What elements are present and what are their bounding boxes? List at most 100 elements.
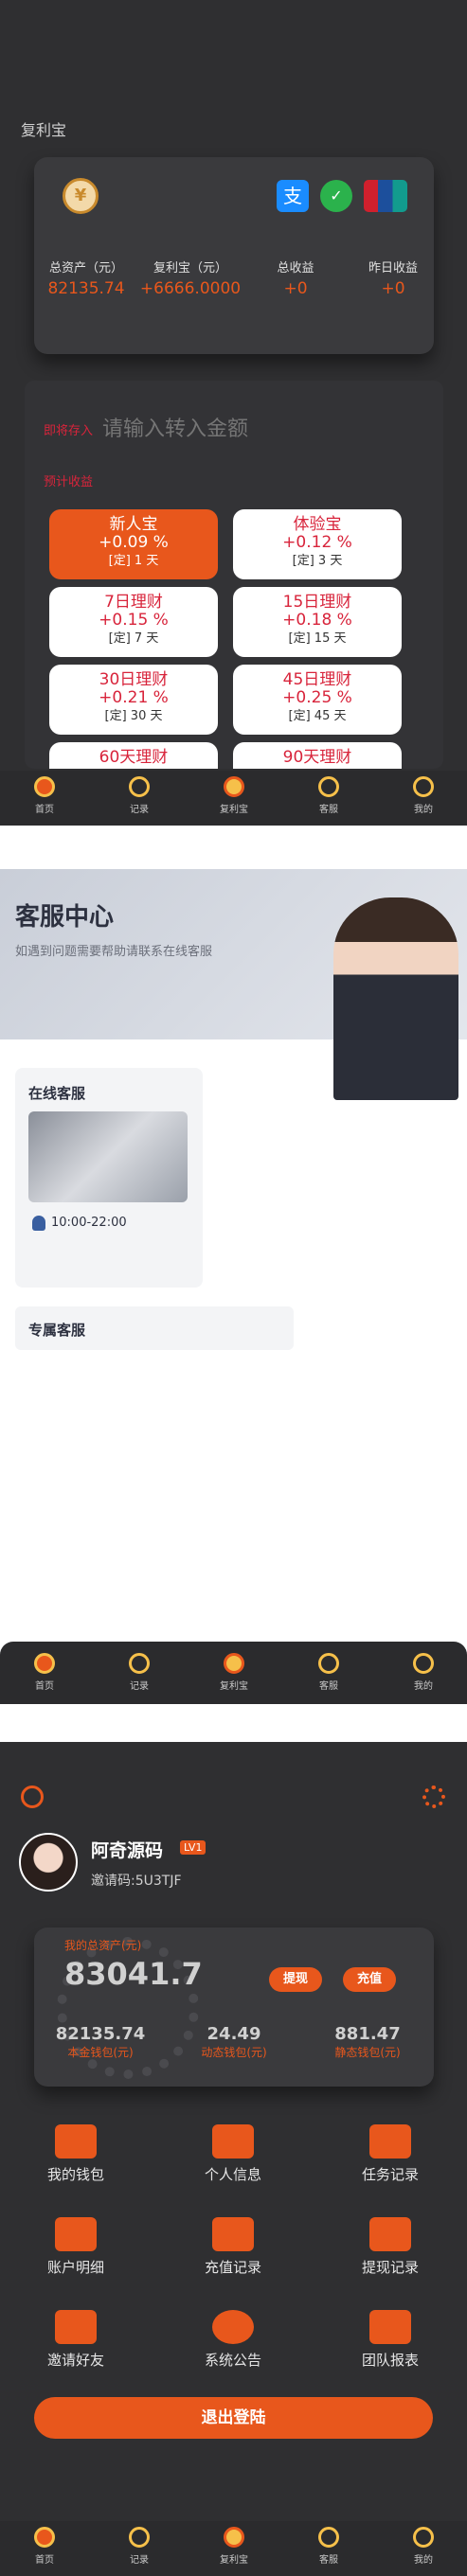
menu-task-record[interactable]: 任务记录 — [343, 2124, 438, 2184]
nav-home[interactable]: 首页 — [11, 2527, 78, 2566]
deposit-label: 即将存入 — [44, 424, 94, 438]
profile-icon — [413, 2527, 434, 2548]
asset-summary-card: 我的总资产(元) 83041.7 提现 充值 82135.74 本金钱包(元) … — [34, 1928, 434, 2087]
nav-service[interactable]: 客服 — [296, 776, 362, 815]
page-title: 复利宝 — [21, 121, 67, 139]
money-bag-icon: ¥ — [63, 178, 99, 214]
service-title: 客服中心 — [15, 903, 115, 932]
service-screen: 客服中心 如遇到问题需要帮助请联系在线客服 在线客服 10:00-22:00 专… — [0, 869, 467, 1657]
menu-my-wallet[interactable]: 我的钱包 — [28, 2124, 123, 2184]
product-card[interactable]: 7日理财 +0.15 % [定] 7 天 — [49, 587, 218, 657]
agent-image — [333, 897, 458, 1100]
nav-home[interactable]: 首页 — [11, 776, 78, 815]
bottom-nav: 首页 记录 复利宝 客服 我的 — [0, 2521, 467, 2576]
chat-icon — [212, 2310, 254, 2344]
mail-icon[interactable] — [21, 1785, 44, 1808]
product-card[interactable]: 15日理财 +0.18 % [定] 15 天 — [233, 587, 402, 657]
asset-stats: 总资产（元） 82135.74 复利宝（元） +6666.0000 总收益 +0… — [34, 258, 434, 314]
unionpay-icon[interactable] — [364, 180, 407, 212]
home-icon — [34, 2527, 55, 2548]
nav-profile[interactable]: 我的 — [390, 1653, 457, 1692]
profile-icon — [413, 776, 434, 797]
gift-icon — [55, 2310, 97, 2344]
task-doc-icon — [369, 2124, 411, 2159]
menu-invite-friends[interactable]: 邀请好友 — [28, 2310, 123, 2370]
service-icon — [318, 1653, 339, 1674]
service-icon — [318, 776, 339, 797]
service-icon — [318, 2527, 339, 2548]
deposit-panel: 即将存入 预计收益 新人宝 +0.09 % [定] 1 天 体验宝 +0.12 … — [25, 381, 443, 769]
bottom-nav: 首页 记录 复利宝 客服 我的 — [0, 1642, 467, 1704]
alipay-icon[interactable]: 支 — [277, 180, 309, 212]
money-bag-icon — [224, 1653, 244, 1674]
nav-profile[interactable]: 我的 — [390, 776, 457, 815]
wallet-static: 881.47 静态钱包(元) — [334, 2024, 401, 2059]
bottom-nav: 首页 记录 复利宝 客服 我的 — [0, 771, 467, 826]
total-assets-label: 我的总资产(元) — [64, 1939, 142, 1952]
nav-record[interactable]: 记录 — [106, 1653, 172, 1692]
nav-profile[interactable]: 我的 — [390, 2527, 457, 2566]
product-card[interactable]: 45日理财 +0.25 % [定] 45 天 — [233, 665, 402, 735]
nav-fuli[interactable]: 复利宝 — [201, 1653, 267, 1692]
profile-icon — [413, 1653, 434, 1674]
logout-button[interactable]: 退出登陆 — [34, 2397, 433, 2439]
wallet-icon — [55, 2124, 97, 2159]
online-service-card[interactable]: 在线客服 10:00-22:00 — [15, 1068, 203, 1288]
profile-menu: 我的钱包 个人信息 任务记录 账户明细 充值记录 提现记录 邀请好友 系统公告 … — [0, 2124, 467, 2408]
menu-personal-info[interactable]: 个人信息 — [186, 2124, 280, 2184]
agent-avatar-icon — [32, 1216, 45, 1231]
product-card[interactable]: 体验宝 +0.12 % [定] 3 天 — [233, 509, 402, 579]
nav-fuli[interactable]: 复利宝 — [201, 776, 267, 815]
record-icon — [129, 776, 150, 797]
product-card[interactable]: 90天理财 — [233, 742, 402, 769]
recharge-button[interactable]: 充值 — [343, 1967, 396, 1992]
wallet-principal: 82135.74 本金钱包(元) — [55, 2024, 146, 2059]
withdraw-button[interactable]: 提现 — [269, 1967, 322, 1992]
avatar[interactable] — [19, 1833, 78, 1892]
record-icon — [129, 1653, 150, 1674]
nav-fuli[interactable]: 复利宝 — [201, 2527, 267, 2566]
menu-announcements[interactable]: 系统公告 — [186, 2310, 280, 2370]
menu-team-report[interactable]: 团队报表 — [343, 2310, 438, 2370]
nav-service[interactable]: 客服 — [296, 2527, 362, 2566]
nav-record[interactable]: 记录 — [106, 2527, 172, 2566]
stat-total-assets: 总资产（元） 82135.74 — [47, 261, 125, 298]
wechat-pay-icon[interactable]: ✓ — [320, 180, 352, 212]
menu-recharge-record[interactable]: 充值记录 — [186, 2217, 280, 2277]
home-icon — [34, 776, 55, 797]
account-detail-icon — [55, 2217, 97, 2251]
handshake-image — [28, 1111, 188, 1202]
card-icon — [212, 2217, 254, 2251]
wealth-screen: 复利宝 ¥ 支 ✓ 总资产（元） 82135.74 复利宝（元） +6666.0… — [0, 0, 467, 826]
product-grid: 新人宝 +0.09 % [定] 1 天 体验宝 +0.12 % [定] 3 天 … — [25, 507, 443, 769]
nav-service[interactable]: 客服 — [296, 1653, 362, 1692]
stat-fuli: 复利宝（元） +6666.0000 — [139, 261, 242, 298]
money-bag-icon — [224, 2527, 244, 2548]
home-icon — [34, 1653, 55, 1674]
gear-icon[interactable] — [422, 1785, 445, 1808]
menu-account-detail[interactable]: 账户明细 — [28, 2217, 123, 2277]
product-card[interactable]: 60天理财 — [49, 742, 218, 769]
menu-withdraw-record[interactable]: 提现记录 — [343, 2217, 438, 2277]
record-icon — [129, 2527, 150, 2548]
nav-record[interactable]: 记录 — [106, 776, 172, 815]
product-card[interactable]: 新人宝 +0.09 % [定] 1 天 — [49, 509, 218, 579]
stat-yesterday-income: 昨日收益 +0 — [368, 261, 418, 298]
profile-screen: 阿奇源码 LV1 邀请码:5U3TJF 我的总资产(元) 83041.7 提现 … — [0, 1742, 467, 2576]
stat-total-income: 总收益 +0 — [277, 261, 314, 298]
nav-home[interactable]: 首页 — [11, 1653, 78, 1692]
id-card-icon — [212, 2124, 254, 2159]
username: 阿奇源码 — [91, 1840, 164, 1861]
product-card[interactable]: 30日理财 +0.21 % [定] 30 天 — [49, 665, 218, 735]
exclusive-service-card[interactable]: 专属客服 — [15, 1306, 294, 1350]
withdraw-wallet-icon — [369, 2217, 411, 2251]
service-subtitle: 如遇到问题需要帮助请联系在线客服 — [15, 945, 213, 959]
service-hours: 10:00-22:00 — [51, 1216, 127, 1230]
total-assets-value: 83041.7 — [64, 1956, 203, 1992]
level-badge: LV1 — [180, 1840, 207, 1855]
grid-icon — [369, 2310, 411, 2344]
money-bag-icon — [224, 776, 244, 797]
amount-input[interactable] — [100, 411, 407, 447]
expected-income-label: 预计收益 — [44, 475, 94, 489]
invite-code: 邀请码:5U3TJF — [91, 1874, 182, 1889]
